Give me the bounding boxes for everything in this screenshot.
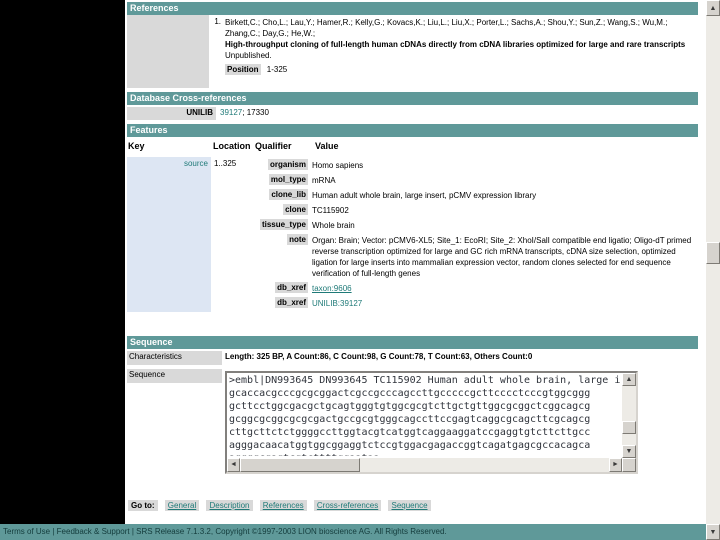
reference-number: 1. [214, 17, 221, 26]
sequence-hscroll-thumb[interactable] [240, 458, 360, 472]
qualifier-value: Whole brain [312, 221, 355, 230]
sequence-text[interactable]: >embl|DN993645 DN993645 TC115902 Human a… [229, 374, 620, 456]
qualifier-name: note [287, 234, 308, 245]
qualifier-name: db_xref [275, 297, 308, 308]
sequence-textarea[interactable]: >embl|DN993645 DN993645 TC115902 Human a… [225, 371, 638, 474]
reference-title: High-throughput cloning of full-length h… [225, 40, 686, 49]
features-col-qualifier: Qualifier [255, 141, 292, 151]
goto-link-cross-references[interactable]: Cross-references [317, 501, 378, 510]
qualifier-name: organism [267, 159, 308, 170]
qualifier-name: mol_type [268, 174, 308, 185]
features-col-key: Key [128, 141, 145, 151]
unilib-id-link[interactable]: 39127 [220, 108, 242, 117]
qualifier-row: mol_type mRNA [252, 174, 698, 186]
qualifier-name: tissue_type [259, 219, 308, 230]
footer-separator: | [52, 527, 55, 536]
features-header-label: Features [130, 125, 168, 135]
reference-item: 1. Birkett,C.; Cho,L.; Lau,Y.; Hamer,R.;… [209, 17, 697, 75]
goto-link-general[interactable]: General [168, 501, 196, 510]
footer-copyright: SRS Release 7.1.3.2, Copyright ©1997-200… [136, 527, 447, 536]
sequence-scrollbar-corner [622, 458, 636, 472]
sequence-scroll-up-button[interactable]: ▲ [622, 373, 636, 386]
goto-bar: Go to: General Description References Cr… [128, 500, 688, 511]
features-table-body: source 1..325 organism Homo sapiens mol_… [127, 157, 698, 312]
feature-location-cell: 1..325 [214, 159, 237, 168]
sequence-header-label: Sequence [130, 337, 173, 347]
sequence-scroll-left-button[interactable]: ◄ [227, 458, 240, 472]
features-col-location: Location [213, 141, 251, 151]
feature-key-source-link[interactable]: source [184, 159, 208, 168]
terms-of-use-link[interactable]: Terms of Use [3, 527, 50, 536]
qualifier-row: clone_lib Human adult whole brain, large… [252, 189, 698, 201]
qualifier-row: db_xref UNILIB:39127 [252, 297, 698, 309]
references-row-spacer [127, 15, 209, 88]
qualifier-row: db_xref taxon:9606 [252, 282, 698, 294]
features-table-header: Key Location Qualifier Value [125, 141, 698, 156]
srs-entry-page: References 1. Birkett,C.; Cho,L.; Lau,Y.… [0, 0, 720, 540]
feature-qualifiers: organism Homo sapiens mol_type mRNA clon… [252, 157, 698, 312]
feedback-support-link[interactable]: Feedback & Support [57, 527, 130, 536]
goto-link-references[interactable]: References [263, 501, 304, 510]
sequence-scroll-down-button[interactable]: ▼ [622, 445, 636, 458]
sequence-vscroll-thumb[interactable] [622, 421, 636, 434]
goto-label: Go to: [128, 500, 158, 511]
qualifier-row: note Organ: Brain; Vector: pCMV6-XL5; Si… [252, 234, 698, 279]
features-section-header: Features [127, 124, 698, 137]
dbxref-section-header: Database Cross-references [127, 92, 698, 105]
qualifier-note-value: Organ: Brain; Vector: pCMV6-XL5; Site_1:… [312, 236, 692, 278]
qualifier-name: clone [283, 204, 308, 215]
unilib-xref-link[interactable]: UNILIB:39127 [312, 299, 362, 308]
sequence-section-header: Sequence [127, 336, 698, 349]
qualifier-row: organism Homo sapiens [252, 159, 698, 171]
unilib-label: UNILIB [127, 107, 216, 120]
footer-separator: | [131, 527, 134, 536]
references-section-header: References [127, 2, 698, 15]
reference-body: Birkett,C.; Cho,L.; Lau,Y.; Hamer,R.; Ke… [225, 17, 695, 75]
reference-authors: Birkett,C.; Cho,L.; Lau,Y.; Hamer,R.; Ke… [225, 18, 668, 38]
sequence-scroll-right-button[interactable]: ► [609, 458, 622, 472]
characteristics-value: Length: 325 BP, A Count:86, C Count:98, … [225, 352, 533, 361]
unilib-value: 39127; 17330 [220, 108, 269, 117]
qualifier-value: TC115902 [312, 206, 349, 215]
characteristics-label: Characteristics [127, 351, 222, 365]
taxon-link[interactable]: taxon:9606 [312, 284, 352, 293]
goto-link-sequence[interactable]: Sequence [391, 501, 427, 510]
qualifier-name: clone_lib [269, 189, 308, 200]
dbxref-header-label: Database Cross-references [130, 93, 247, 103]
page-content: References 1. Birkett,C.; Cho,L.; Lau,Y.… [125, 0, 706, 524]
sequence-label: Sequence [127, 369, 222, 383]
qualifier-value: mRNA [312, 176, 336, 185]
reference-position-label: Position [225, 64, 261, 75]
page-vscrollbar[interactable] [706, 0, 720, 540]
goto-link-description[interactable]: Description [209, 501, 249, 510]
page-scroll-up-button[interactable]: ▲ [706, 0, 720, 16]
page-vscroll-thumb[interactable] [706, 242, 720, 264]
features-col-value: Value [315, 141, 339, 151]
feature-key-cell: source [127, 157, 211, 312]
qualifier-name: db_xref [275, 282, 308, 293]
qualifier-row: clone TC115902 [252, 204, 698, 216]
reference-position-value: 1-325 [266, 65, 288, 74]
qualifier-value: Homo sapiens [312, 161, 364, 170]
unilib-rest: ; 17330 [242, 108, 269, 117]
references-header-label: References [130, 3, 179, 13]
page-scroll-down-button[interactable]: ▼ [706, 524, 720, 540]
footer-bar: Terms of Use | Feedback & Support | SRS … [0, 524, 706, 540]
qualifier-row: tissue_type Whole brain [252, 219, 698, 231]
qualifier-value: Human adult whole brain, large insert, p… [312, 191, 537, 200]
reference-status: Unpublished. [225, 51, 272, 60]
